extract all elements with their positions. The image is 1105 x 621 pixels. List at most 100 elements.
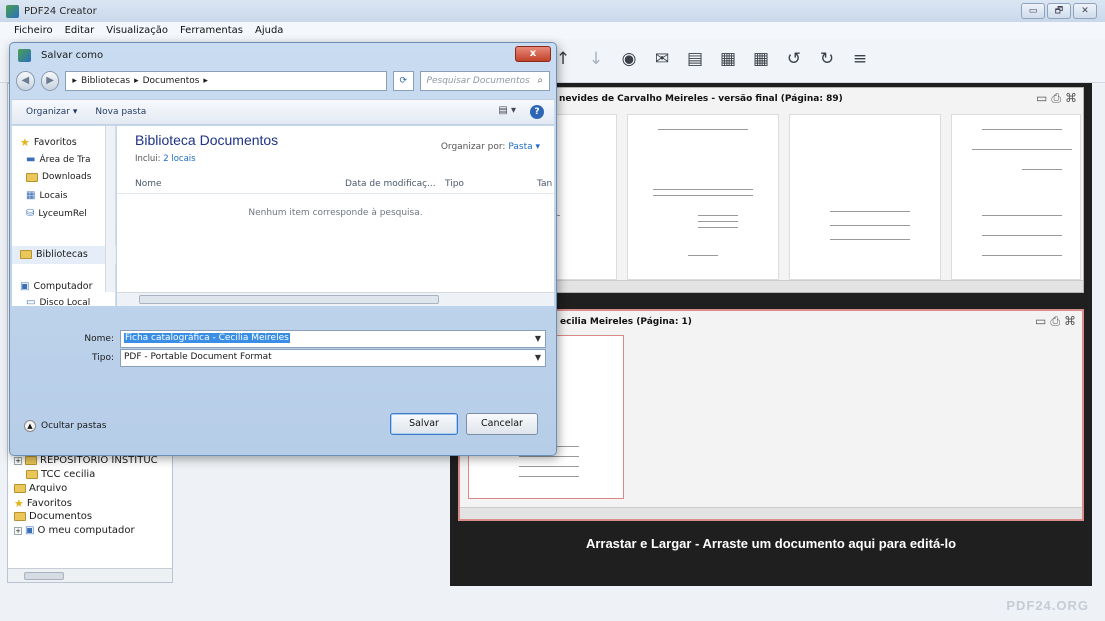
- nav-item-locais[interactable]: ▦ Locais: [26, 190, 67, 201]
- new-folder-button[interactable]: Nova pasta: [95, 107, 146, 117]
- library-icon: [20, 250, 32, 259]
- downloads-icon: [26, 172, 38, 182]
- column-name[interactable]: Nome: [135, 179, 162, 189]
- search-input[interactable]: Pesquisar Documentos ⌕: [419, 71, 551, 91]
- organize-button[interactable]: Organizar ▾: [26, 107, 77, 117]
- help-icon[interactable]: ?: [530, 105, 544, 119]
- menu-ficheiro[interactable]: Ficheiro: [14, 25, 53, 36]
- desktop-icon: ▬: [26, 154, 36, 165]
- library-locations-link[interactable]: 2 locais: [163, 154, 195, 164]
- save-icon[interactable]: ▦: [719, 49, 737, 69]
- address-row: ◀ ▶ ▸ Bibliotecas ▸ Documentos ▸ ⟳ Pesqu…: [16, 69, 551, 93]
- nav-item-downloads[interactable]: Downloads: [26, 172, 91, 182]
- menu-ajuda[interactable]: Ajuda: [255, 25, 283, 36]
- tree-item[interactable]: Arquivo: [14, 483, 67, 494]
- maximize-button[interactable]: 🗗: [1047, 3, 1071, 19]
- search-icon: ⌕: [537, 75, 544, 86]
- nav-libraries[interactable]: Bibliotecas: [20, 249, 88, 260]
- hide-folders-toggle[interactable]: ▲ Ocultar pastas: [24, 420, 107, 432]
- drag-drop-hint: Arrastar e Largar - Arraste um documento…: [585, 536, 957, 551]
- file-list-horizontal-scrollbar[interactable]: [117, 292, 554, 306]
- save-icon[interactable]: ▭: [1035, 314, 1046, 329]
- breadcrumb-item[interactable]: Bibliotecas: [81, 76, 130, 86]
- column-size[interactable]: Tan: [537, 179, 552, 189]
- library-title: Biblioteca Documentos: [135, 132, 279, 148]
- save-button[interactable]: Salvar: [390, 413, 458, 435]
- window-controls: ▭ 🗗 ✕: [1021, 3, 1097, 19]
- chevron-right-icon: ▸: [203, 76, 208, 86]
- rotate-right-icon[interactable]: ↻: [818, 49, 836, 69]
- forward-icon[interactable]: ▶: [40, 71, 60, 91]
- minimize-button[interactable]: ▭: [1021, 3, 1045, 19]
- back-icon[interactable]: ◀: [16, 71, 35, 91]
- refresh-button[interactable]: ⟳: [392, 71, 414, 91]
- tree-item[interactable]: + REPOSITÓRIO INSTITUC: [14, 455, 158, 466]
- rotate-left-icon[interactable]: ↺: [785, 49, 803, 69]
- star-icon: ★: [14, 497, 24, 510]
- nav-vertical-scrollbar[interactable]: [105, 126, 115, 292]
- filetype-select[interactable]: PDF - Portable Document Format ▼: [120, 349, 546, 367]
- grid-icon[interactable]: ▦: [752, 49, 770, 69]
- menu-ferramentas[interactable]: Ferramentas: [180, 25, 243, 36]
- filetype-row: Tipo: PDF - Portable Document Format ▼: [12, 349, 554, 369]
- scroll-thumb[interactable]: [24, 572, 64, 580]
- folder-icon: [14, 512, 26, 521]
- expand-icon[interactable]: +: [14, 456, 22, 465]
- move-down-icon[interactable]: ↓: [587, 49, 605, 69]
- nav-item-lyceumrel[interactable]: ⛁ LyceumRel: [26, 208, 87, 219]
- menu-visualizacao[interactable]: Visualização: [106, 25, 168, 36]
- close-icon[interactable]: ⌘: [1064, 314, 1076, 329]
- tree-item[interactable]: ★ Favoritos: [14, 497, 72, 510]
- breadcrumb-item[interactable]: Documentos: [143, 76, 200, 86]
- panel-horizontal-scrollbar[interactable]: [460, 507, 1082, 519]
- menu-bar: Ficheiro Editar Visualização Ferramentas…: [0, 22, 1105, 39]
- tree-item[interactable]: Documentos: [14, 511, 92, 522]
- folder-icon: [26, 470, 38, 479]
- tree-item[interactable]: + ▣ O meu computador: [14, 525, 135, 536]
- panel-tools: ▭ ⎙ ⌘: [1035, 314, 1076, 329]
- dialog-titlebar: Salvar como: [18, 49, 103, 62]
- sort-icon[interactable]: ≡: [851, 49, 869, 69]
- pdf24-logo-icon: [6, 4, 19, 18]
- empty-message: Nenhum item corresponde à pesquisa.: [248, 208, 423, 218]
- expand-icon[interactable]: +: [14, 526, 22, 535]
- chevron-down-icon[interactable]: ▼: [535, 353, 541, 362]
- library-includes: Inclui: 2 locais: [135, 154, 196, 164]
- page-thumbnail[interactable]: [627, 114, 779, 280]
- folder-icon: [25, 456, 37, 465]
- email-icon[interactable]: ✉: [653, 49, 671, 69]
- view-options-icon[interactable]: ▤ ▾: [498, 105, 516, 119]
- computer-icon: ▣: [20, 281, 30, 292]
- breadcrumb[interactable]: ▸ Bibliotecas ▸ Documentos ▸: [65, 71, 387, 91]
- print-icon[interactable]: ⎙: [1050, 314, 1060, 329]
- column-date-modified[interactable]: Data de modificaç...: [345, 179, 436, 189]
- print-icon[interactable]: ▤: [686, 49, 704, 69]
- print-icon[interactable]: ⎙: [1051, 91, 1061, 106]
- close-icon[interactable]: ⌘: [1065, 91, 1077, 106]
- dialog-close-button[interactable]: x: [515, 46, 551, 62]
- chevron-down-icon[interactable]: ▼: [535, 334, 541, 343]
- nav-favorites[interactable]: ★ Favoritos: [20, 136, 77, 149]
- close-button[interactable]: ✕: [1073, 3, 1097, 19]
- app-titlebar: PDF24 Creator ▭ 🗗 ✕: [0, 0, 1105, 22]
- cancel-button[interactable]: Cancelar: [466, 413, 538, 435]
- nav-item-desktop[interactable]: ▬ Área de Tra: [26, 154, 91, 165]
- page-thumbnail[interactable]: [951, 114, 1081, 280]
- nav-computer[interactable]: ▣ Computador: [20, 281, 93, 292]
- page-thumbnail[interactable]: [789, 114, 941, 280]
- menu-editar[interactable]: Editar: [65, 25, 95, 36]
- view-icon[interactable]: ◉: [620, 49, 638, 69]
- folder-icon: ▸: [72, 76, 77, 86]
- tree-item[interactable]: TCC cecilia: [26, 469, 95, 480]
- scroll-thumb[interactable]: [139, 295, 439, 304]
- column-type[interactable]: Tipo: [445, 179, 464, 189]
- arrange-by: Organizar por: Pasta ▾: [440, 142, 540, 152]
- filename-input[interactable]: Ficha catalográfica - Cecilia Meireles ▼: [120, 330, 546, 348]
- save-icon[interactable]: ▭: [1036, 91, 1047, 106]
- column-headers: Nome Data de modificaç... Tipo Tan: [117, 176, 554, 194]
- nav-item-local-disk[interactable]: ▭ Disco Local: [26, 297, 90, 308]
- folder-icon: [14, 484, 26, 493]
- panel-tools: ▭ ⎙ ⌘: [1036, 91, 1077, 106]
- tree-horizontal-scrollbar[interactable]: [8, 568, 172, 582]
- arrange-by-dropdown[interactable]: Pasta ▾: [508, 142, 540, 152]
